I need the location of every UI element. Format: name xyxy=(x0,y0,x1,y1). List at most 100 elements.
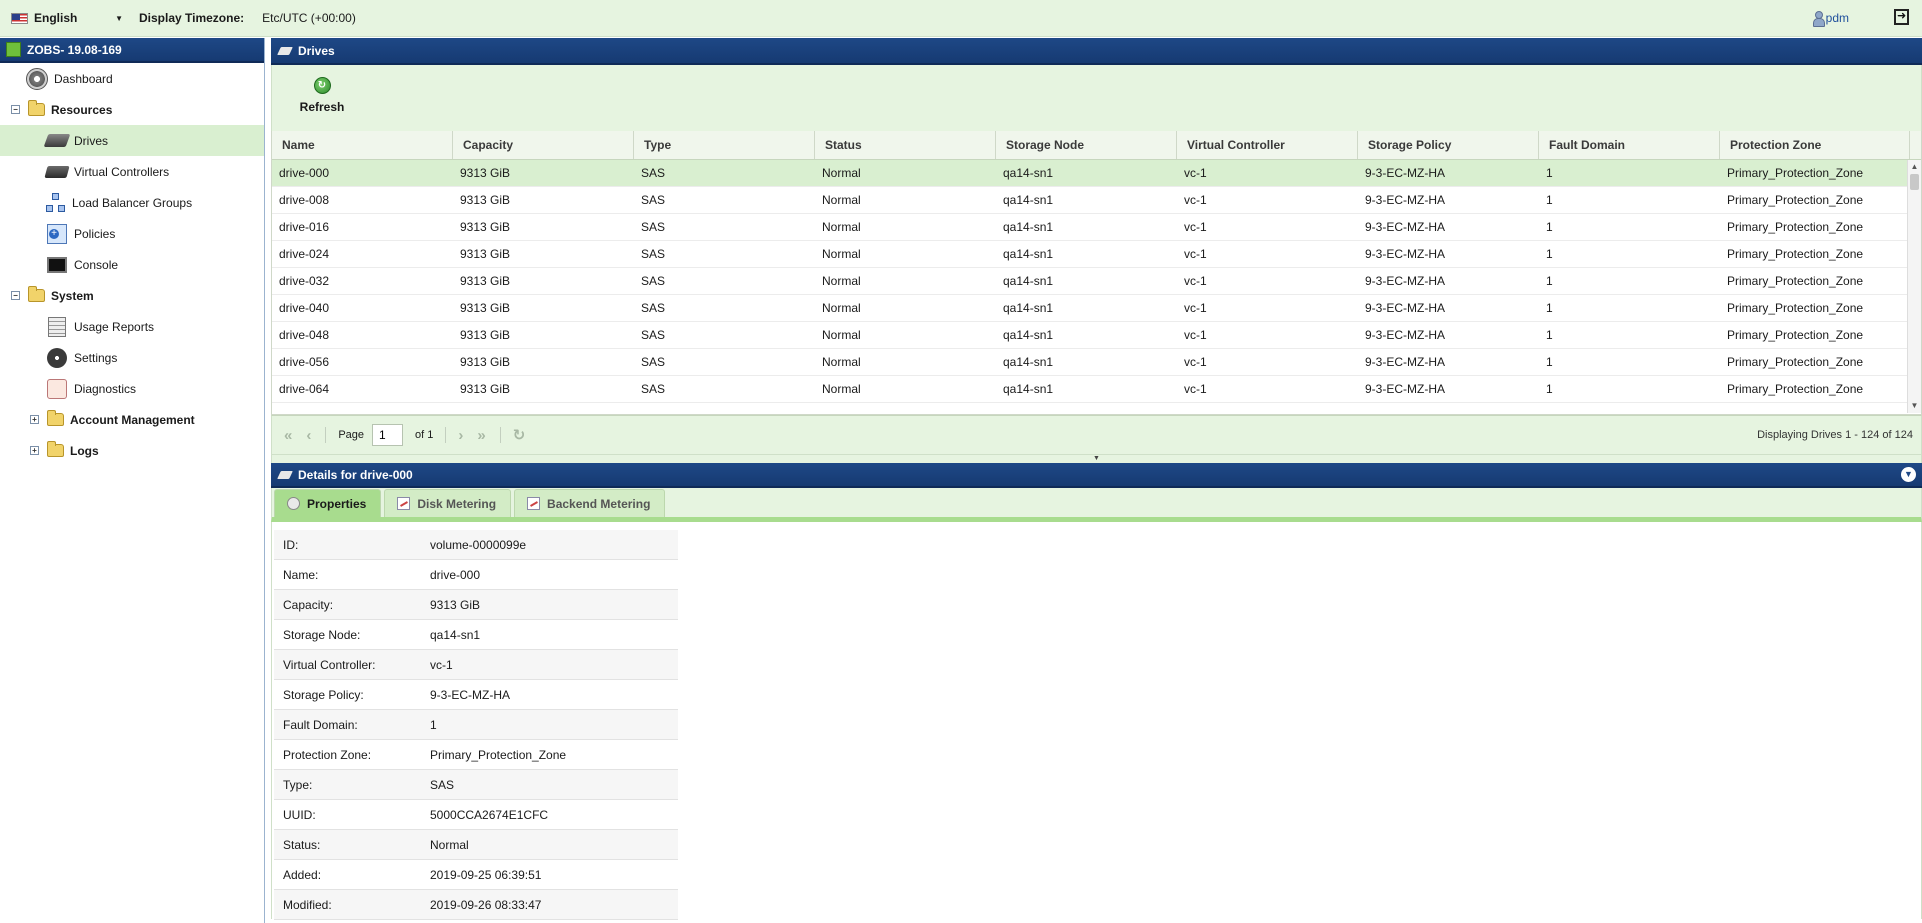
sidebar-item-system[interactable]: − System xyxy=(0,280,264,311)
drive-icon xyxy=(43,130,71,152)
sidebar-item-settings[interactable]: Settings xyxy=(0,342,264,373)
first-page-icon[interactable]: « xyxy=(284,427,292,444)
table-cell: qa14-sn1 xyxy=(1003,355,1054,369)
table-row[interactable]: drive-056 9313 GiB SAS Normal qa14-sn1 vc-1 9-… xyxy=(272,349,1921,376)
table-cell: Normal xyxy=(822,247,861,261)
sidebar-item-logs[interactable]: + Logs xyxy=(0,435,264,466)
page-number-input[interactable] xyxy=(372,424,404,446)
language-selector[interactable]: English ▼ xyxy=(11,11,123,25)
pagination-info: Displaying Drives 1 - 124 of 124 xyxy=(1757,429,1913,441)
sidebar-item-account-management[interactable]: + Account Management xyxy=(0,404,264,435)
refresh-button[interactable]: ↻ Refresh xyxy=(298,77,346,114)
previous-page-icon[interactable]: ‹ xyxy=(306,427,311,444)
logout-icon[interactable] xyxy=(1894,9,1909,25)
table-cell: SAS xyxy=(641,166,666,180)
property-value: Normal xyxy=(430,837,469,852)
page-count: of 1 xyxy=(415,429,434,441)
sidebar-item-dashboard[interactable]: Dashboard xyxy=(0,63,264,94)
username[interactable]: pdm xyxy=(1826,11,1849,25)
sidebar-item-drives[interactable]: Drives xyxy=(0,125,264,156)
table-body: drive-000 9313 GiB SAS Normal qa14-sn1 vc-1 9-… xyxy=(272,160,1921,403)
sidebar-item-label: Console xyxy=(74,257,119,272)
splitter-handle[interactable]: ▼ xyxy=(271,455,1922,463)
scroll-up-icon[interactable]: ▲ xyxy=(1908,160,1921,174)
timezone-value[interactable]: Etc/UTC (+00:00) xyxy=(262,11,356,25)
tab-backend-metering[interactable]: Backend Metering xyxy=(514,489,666,517)
table-row[interactable]: drive-064 9313 GiB SAS Normal qa14-sn1 vc-1 9-… xyxy=(272,376,1921,403)
table-row[interactable]: drive-024 9313 GiB SAS Normal qa14-sn1 vc-1 9-… xyxy=(272,241,1921,268)
table-cell: Normal xyxy=(822,301,861,315)
chevron-down-icon[interactable]: ▼ xyxy=(115,14,123,23)
table-cell: vc-1 xyxy=(1184,355,1207,369)
page-label: Page xyxy=(338,429,365,441)
table-cell: Normal xyxy=(822,355,861,369)
table-cell: drive-024 xyxy=(279,247,330,261)
property-value: 2019-09-25 06:39:51 xyxy=(430,867,542,882)
table-row[interactable]: drive-048 9313 GiB SAS Normal qa14-sn1 vc-1 9-… xyxy=(272,322,1921,349)
column-header[interactable]: Type xyxy=(634,131,815,159)
sidebar-item-policies[interactable]: Policies xyxy=(0,218,264,249)
table-row[interactable]: drive-016 9313 GiB SAS Normal qa14-sn1 vc-1 9-… xyxy=(272,214,1921,241)
table-cell: 9313 GiB xyxy=(460,247,511,261)
property-row: Protection Zone: Primary_Protection_Zone xyxy=(274,740,678,770)
table-cell: vc-1 xyxy=(1184,382,1207,396)
column-header[interactable]: Capacity xyxy=(453,131,634,159)
expand-icon[interactable]: + xyxy=(30,415,39,424)
expand-icon[interactable]: + xyxy=(30,446,39,455)
property-key: UUID: xyxy=(283,807,316,822)
table-cell: 9313 GiB xyxy=(460,355,511,369)
column-header[interactable]: Status xyxy=(815,131,996,159)
table-row[interactable]: drive-000 9313 GiB SAS Normal qa14-sn1 vc-1 9-… xyxy=(272,160,1921,187)
folder-icon xyxy=(28,286,45,302)
sidebar-item-load-balancer-groups[interactable]: Load Balancer Groups xyxy=(0,187,264,218)
table-row[interactable]: drive-032 9313 GiB SAS Normal qa14-sn1 vc-1 9-… xyxy=(272,268,1921,295)
column-header[interactable]: Storage Policy xyxy=(1358,131,1539,159)
column-header[interactable]: Fault Domain xyxy=(1539,131,1720,159)
property-row: Storage Node: qa14-sn1 xyxy=(274,620,678,650)
table-cell: 9313 GiB xyxy=(460,220,511,234)
user-menu[interactable]: pdm xyxy=(1812,10,1849,27)
table-cell: vc-1 xyxy=(1184,328,1207,342)
scroll-down-icon[interactable]: ▼ xyxy=(1908,399,1921,413)
sidebar-title: ZOBS- 19.08-169 xyxy=(27,42,122,57)
tab-properties[interactable]: Properties xyxy=(274,489,382,517)
last-page-icon[interactable]: » xyxy=(477,427,485,444)
sidebar-item-label: Load Balancer Groups xyxy=(72,195,193,210)
property-row: Added: 2019-09-25 06:39:51 xyxy=(274,860,678,890)
table-row[interactable]: drive-040 9313 GiB SAS Normal qa14-sn1 vc-1 9-… xyxy=(272,295,1921,322)
collapse-panel-icon[interactable]: ▼ xyxy=(1901,467,1916,482)
tab-disk-metering[interactable]: Disk Metering xyxy=(384,489,512,517)
table-cell: 1 xyxy=(1546,328,1553,342)
toolbar: ↻ Refresh xyxy=(271,65,1922,131)
column-header[interactable]: Virtual Controller xyxy=(1177,131,1358,159)
reload-icon[interactable]: ↻ xyxy=(513,426,526,444)
table-cell: 9-3-EC-MZ-HA xyxy=(1365,355,1445,369)
sidebar-item-console[interactable]: Console xyxy=(0,249,264,280)
property-value: 9313 GiB xyxy=(430,597,481,612)
sidebar-item-usage-reports[interactable]: Usage Reports xyxy=(0,311,264,342)
property-key: Protection Zone: xyxy=(283,747,372,762)
pagination-bar: « ‹ Page of 1 › » ↻ Displaying Drives 1 … xyxy=(271,415,1922,455)
collapse-icon[interactable]: − xyxy=(11,105,20,114)
column-header[interactable]: Storage Node xyxy=(996,131,1177,159)
collapse-icon[interactable]: − xyxy=(11,291,20,300)
vertical-scrollbar[interactable]: ▲ ▼ xyxy=(1907,160,1921,413)
table-cell: Primary_Protection_Zone xyxy=(1727,328,1864,342)
sidebar-item-diagnostics[interactable]: Diagnostics xyxy=(0,373,264,404)
sidebar-item-resources[interactable]: − Resources xyxy=(0,94,264,125)
properties-table: ID: volume-0000099e Name: drive-000 Capacity… xyxy=(274,530,678,920)
table-cell: qa14-sn1 xyxy=(1003,220,1054,234)
property-key: Capacity: xyxy=(283,597,334,612)
column-header[interactable]: Name xyxy=(272,131,453,159)
sidebar-item-virtual-controllers[interactable]: Virtual Controllers xyxy=(0,156,264,187)
column-header[interactable]: Protection Zone xyxy=(1720,131,1910,159)
tab-label: Disk Metering xyxy=(417,496,497,511)
table-row[interactable]: drive-008 9313 GiB SAS Normal qa14-sn1 vc-1 9-… xyxy=(272,187,1921,214)
next-page-icon[interactable]: › xyxy=(458,427,463,444)
table-cell: 9-3-EC-MZ-HA xyxy=(1365,220,1445,234)
scrollbar-thumb[interactable] xyxy=(1910,174,1919,190)
table-header: Name Capacity Type Status Storage Node V… xyxy=(272,131,1921,160)
property-value: Primary_Protection_Zone xyxy=(430,747,567,762)
separator xyxy=(499,427,501,443)
drives-panel-header: Drives xyxy=(271,38,1922,65)
